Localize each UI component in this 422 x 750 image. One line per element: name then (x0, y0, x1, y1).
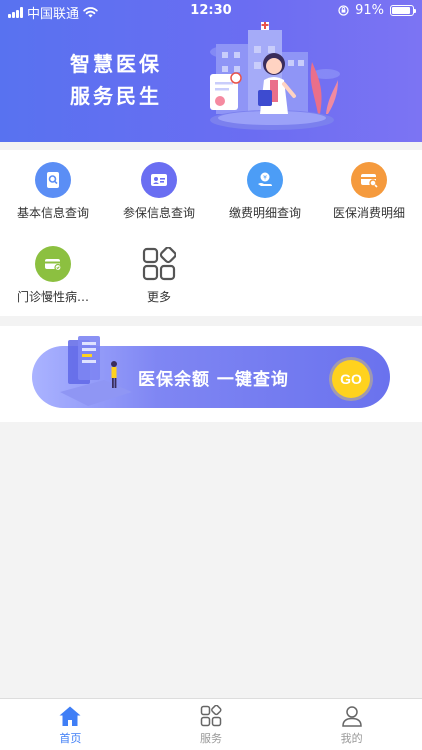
promo-text: 医保余额 一键查询 (138, 370, 289, 390)
tab-home[interactable]: 首页 (0, 699, 141, 750)
tab-label: 首页 (59, 732, 82, 745)
func-label: 医保消费明细 (332, 206, 405, 220)
battery-percent: 91% (355, 3, 384, 18)
func-basic-info-query[interactable]: 基本信息查询 (0, 162, 106, 221)
func-label: 门诊慢性病… (16, 290, 89, 304)
balance-query-banner[interactable]: 医保余额 一键查询 GO (32, 336, 390, 408)
func-medical-consumption-detail[interactable]: 医保消费明细 (316, 162, 422, 221)
tab-label: 我的 (340, 732, 363, 745)
func-insured-info-query[interactable]: 参保信息查询 (106, 162, 212, 221)
go-button[interactable]: GO (332, 360, 370, 398)
id-search-icon (35, 162, 71, 198)
banner-slogan: 智慧医保 服务民生 (70, 48, 162, 112)
tab-services[interactable]: 服务 (141, 699, 282, 750)
payment-hand-icon: ¥ (247, 162, 283, 198)
card-check-icon (35, 246, 71, 282)
tab-label: 服务 (200, 732, 222, 745)
user-icon (341, 706, 362, 727)
battery-icon (390, 5, 416, 16)
status-bar: 中国联通 12:30 91% (0, 0, 422, 22)
more-grid-icon (141, 246, 177, 282)
func-label: 参保信息查询 (122, 206, 195, 220)
func-label: 更多 (146, 290, 171, 304)
slogan-line-2: 服务民生 (70, 84, 162, 108)
func-label: 基本信息查询 (16, 206, 89, 220)
func-label: 缴费明细查询 (228, 206, 301, 220)
phone-screen-illustration-icon (60, 336, 132, 406)
bottom-tab-bar: 首页 服务 我的 (0, 698, 422, 750)
svg-text:¥: ¥ (263, 174, 267, 181)
home-icon (59, 706, 81, 726)
header-banner: 中国联通 12:30 91% 智慧医保 服务民生 (0, 0, 422, 142)
func-more[interactable]: 更多 (106, 246, 212, 305)
function-grid: 基本信息查询 参保信息查询 ¥ 缴费明细查询 医保消费明细 门诊慢性病… 更多 (0, 150, 422, 316)
card-search-icon (351, 162, 387, 198)
func-payment-detail-query[interactable]: ¥ 缴费明细查询 (212, 162, 318, 221)
id-card-icon (141, 162, 177, 198)
slogan-line-1: 智慧医保 (70, 52, 162, 76)
func-outpatient-chronic-disease[interactable]: 门诊慢性病… (0, 246, 106, 305)
tab-mine[interactable]: 我的 (281, 699, 422, 750)
status-right: 91% (338, 3, 416, 18)
doctor-hospital-illustration-icon (210, 22, 340, 130)
services-grid-icon (200, 705, 222, 727)
orientation-lock-icon (338, 5, 349, 16)
promo-section: 医保余额 一键查询 GO (0, 326, 422, 422)
